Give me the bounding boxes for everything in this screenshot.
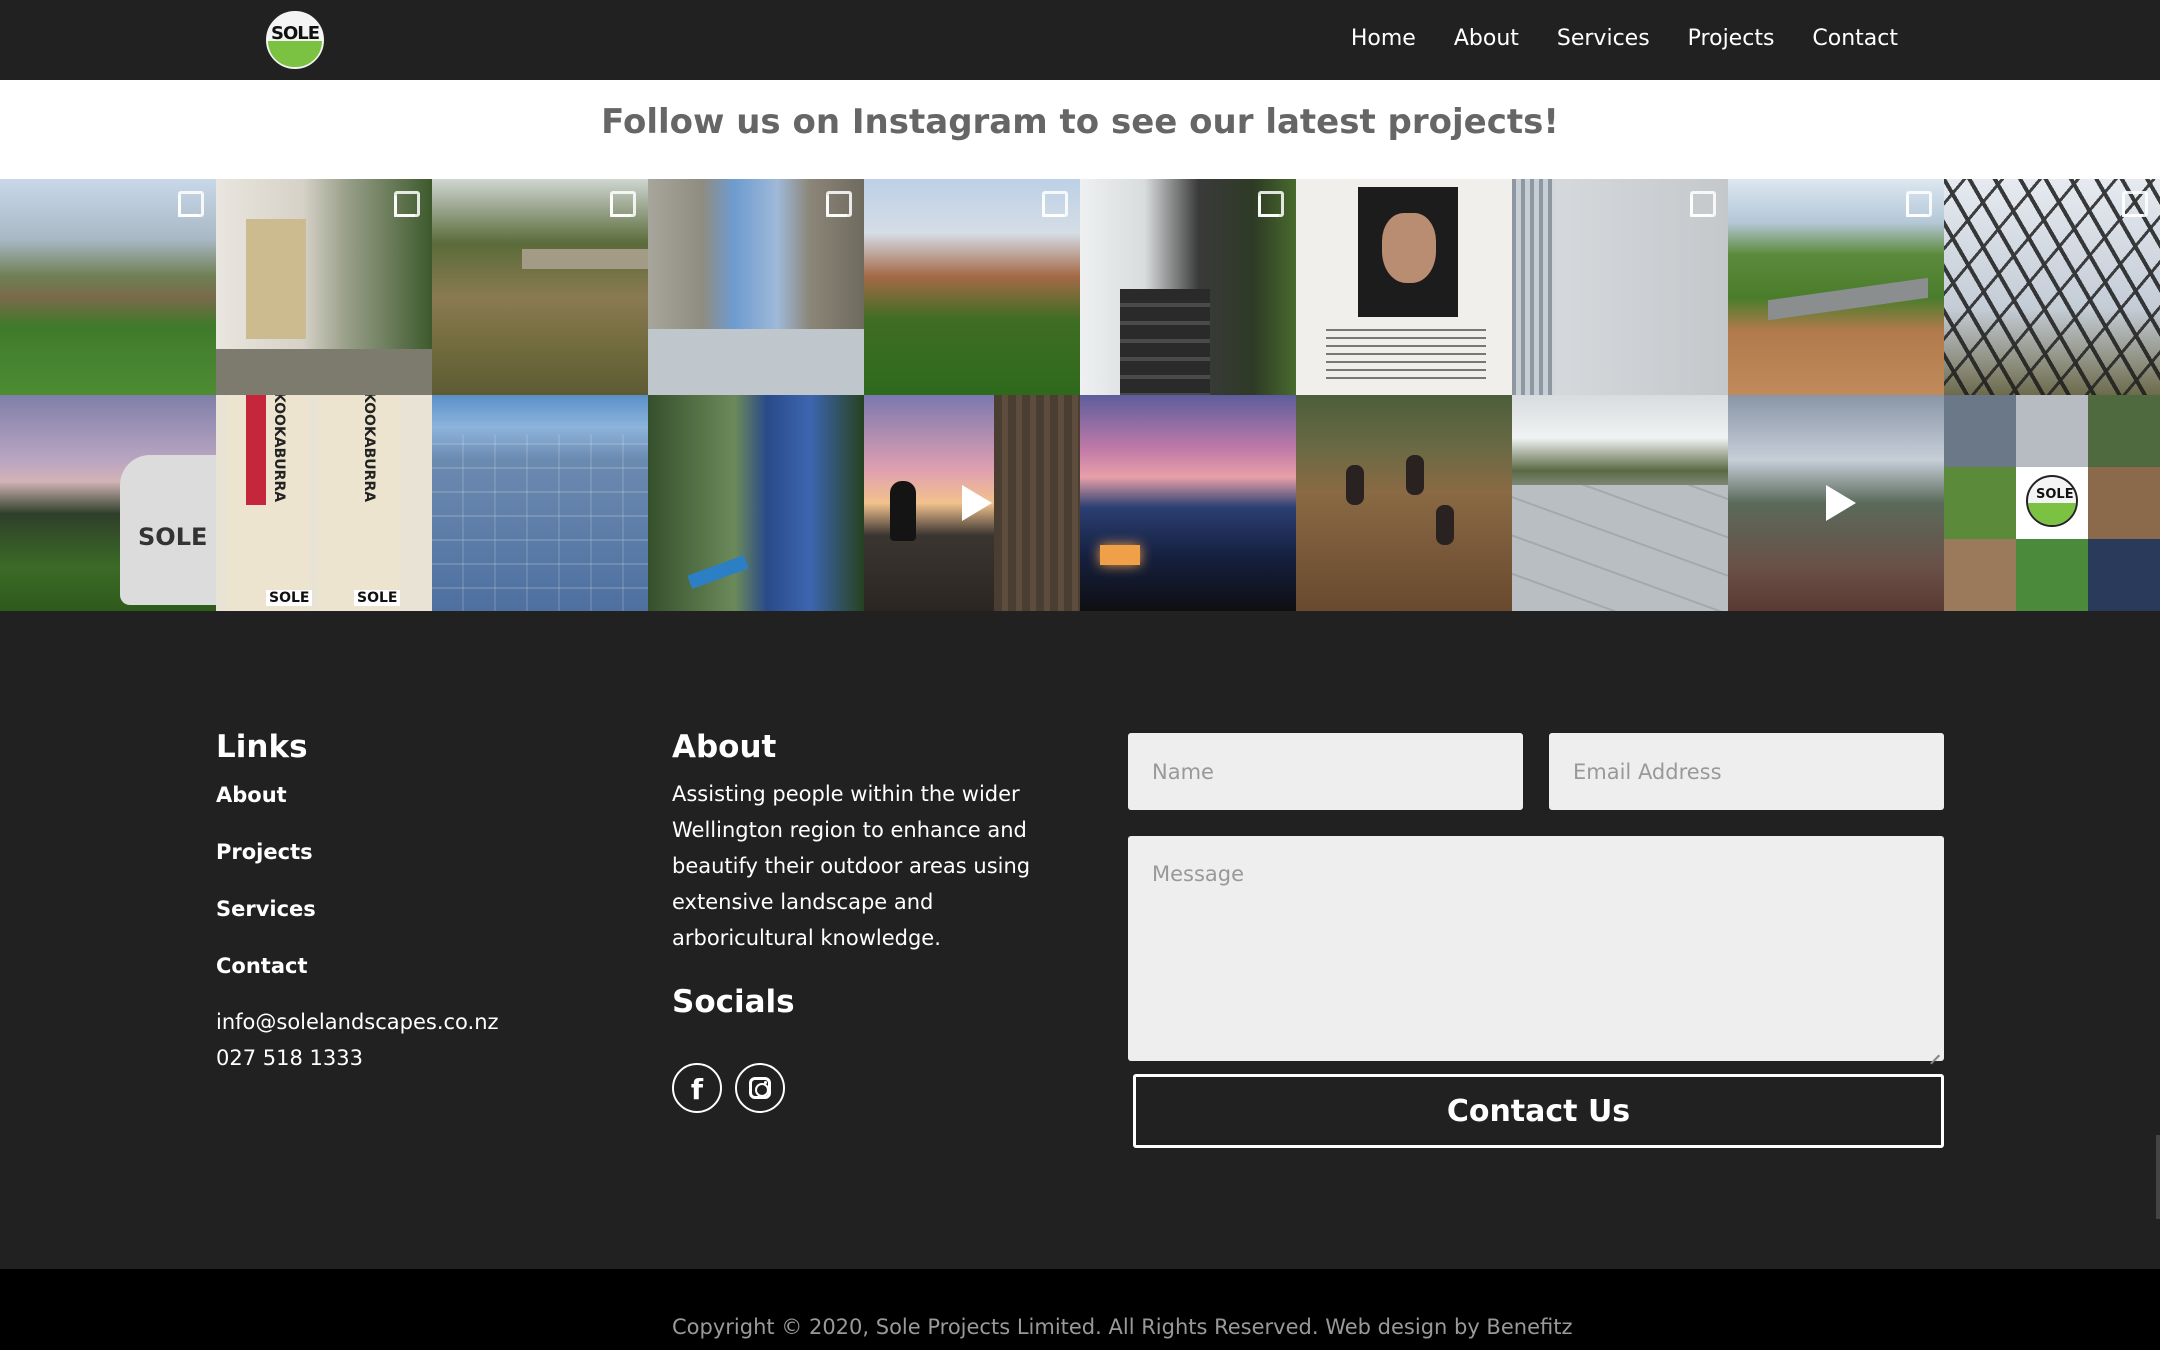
copyright-bar: Copyright © 2020, Sole Projects Limited.… [0, 1269, 2160, 1350]
multi-image-icon [394, 191, 420, 217]
facebook-icon: f [690, 1073, 704, 1106]
name-input[interactable] [1128, 733, 1523, 810]
contact-us-button[interactable]: Contact Us [1133, 1074, 1944, 1148]
footer-link-contact[interactable]: Contact [216, 954, 308, 978]
links-title: Links [216, 729, 308, 765]
van-logo-text: SOLE [138, 523, 208, 551]
instagram-tile[interactable] [864, 179, 1080, 395]
instagram-tile[interactable] [864, 395, 1080, 611]
contact-email[interactable]: info@solelandscapes.co.nz [216, 1004, 499, 1040]
footer-link-about[interactable]: About [216, 783, 287, 807]
bat-sole-1: SOLE [266, 590, 313, 606]
instagram-tile[interactable] [648, 179, 864, 395]
instagram-tile[interactable] [1080, 395, 1296, 611]
bat-label-2: KOOKABURRA [361, 395, 378, 503]
footer-link-projects[interactable]: Projects [216, 840, 313, 864]
sole-logo[interactable]: SOLE [264, 9, 326, 71]
multi-image-icon [1906, 191, 1932, 217]
instagram-tile[interactable]: SOLE [0, 395, 216, 611]
multi-image-icon [610, 191, 636, 217]
about-title: About [672, 729, 777, 765]
multi-image-icon [826, 191, 852, 217]
nav-services[interactable]: Services [1557, 26, 1650, 51]
facebook-button[interactable]: f [672, 1063, 722, 1113]
logo-leaf [268, 41, 322, 67]
multi-image-icon [1258, 191, 1284, 217]
page-scrollbar[interactable] [2156, 1135, 2160, 1219]
instagram-tile[interactable] [1728, 179, 1944, 395]
about-text: Assisting people within the wider Wellin… [672, 782, 1031, 950]
multi-image-icon [2122, 191, 2148, 217]
resize-grip-icon[interactable] [1926, 1042, 1942, 1058]
instagram-tile[interactable] [1080, 179, 1296, 395]
bat-sole-2: SOLE [354, 590, 401, 606]
collage-logo-text: SOLE [2036, 487, 2074, 502]
message-textarea[interactable] [1128, 836, 1944, 1061]
instagram-tile[interactable] [432, 395, 648, 611]
site-footer: Links About Projects Services Contact in… [0, 611, 2160, 1269]
nav-about[interactable]: About [1454, 26, 1519, 51]
nav-home[interactable]: Home [1351, 26, 1416, 51]
instagram-tile[interactable]: SOLE [1944, 395, 2160, 611]
instagram-tile[interactable] [1512, 395, 1728, 611]
instagram-heading: Follow us on Instagram to see our latest… [601, 102, 1559, 142]
instagram-tile[interactable] [1296, 179, 1512, 395]
instagram-tile[interactable] [432, 179, 648, 395]
copyright-text: Copyright © 2020, Sole Projects Limited.… [672, 1315, 1573, 1339]
instagram-grid: SOLE KOOKABURRA KOOKABURRA SOLE SOLE SOL… [0, 179, 2160, 611]
instagram-tile[interactable] [1296, 395, 1512, 611]
instagram-tile[interactable] [1512, 179, 1728, 395]
logo-text: SOLE [270, 23, 320, 44]
instagram-tile[interactable] [0, 179, 216, 395]
instagram-icon [749, 1077, 771, 1099]
footer-link-services[interactable]: Services [216, 897, 316, 921]
play-icon [962, 485, 992, 521]
instagram-banner: Follow us on Instagram to see our latest… [0, 80, 2160, 179]
instagram-tile[interactable] [1728, 395, 1944, 611]
play-icon [1826, 485, 1856, 521]
email-input[interactable] [1549, 733, 1944, 810]
instagram-button[interactable] [735, 1063, 785, 1113]
instagram-tile[interactable] [216, 179, 432, 395]
multi-image-icon [178, 191, 204, 217]
socials-title: Socials [672, 984, 795, 1020]
contact-phone[interactable]: 027 518 1333 [216, 1040, 363, 1076]
instagram-tile[interactable] [1944, 179, 2160, 395]
nav-projects[interactable]: Projects [1688, 26, 1775, 51]
multi-image-icon [1042, 191, 1068, 217]
instagram-tile[interactable]: KOOKABURRA KOOKABURRA SOLE SOLE [216, 395, 432, 611]
nav-contact[interactable]: Contact [1812, 26, 1898, 51]
instagram-tile[interactable] [648, 395, 864, 611]
main-nav: Home About Services Projects Contact [1351, 26, 1898, 51]
bat-label-1: KOOKABURRA [271, 395, 288, 503]
multi-image-icon [1690, 191, 1716, 217]
site-header: SOLE Home About Services Projects Contac… [0, 0, 2160, 80]
